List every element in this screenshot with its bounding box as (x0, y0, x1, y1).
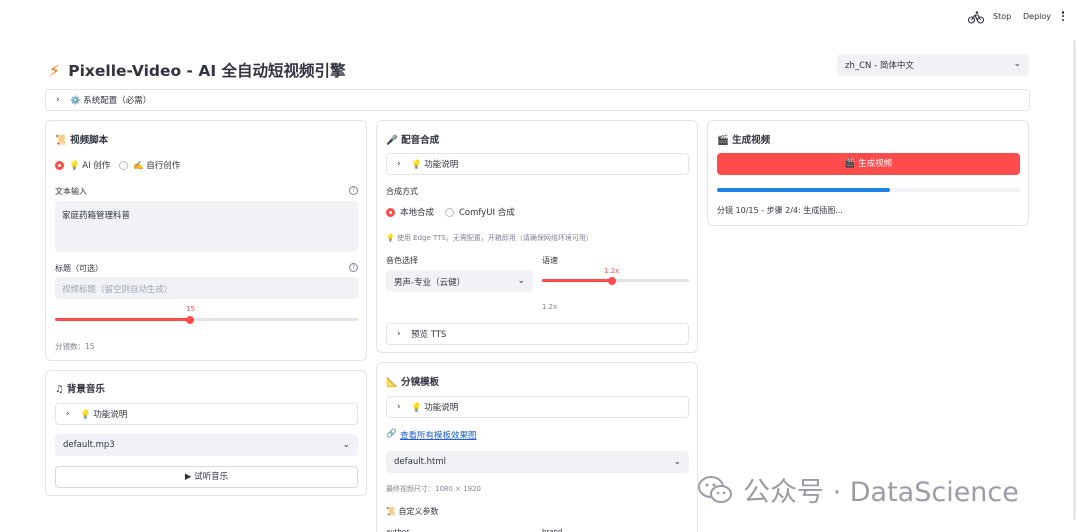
watermark-text: 公众号 · DataScience (743, 477, 1019, 508)
page-scrollbar[interactable] (1072, 40, 1077, 520)
script-icon: 📜 (55, 135, 67, 146)
link-icon: 🔗 (386, 429, 397, 439)
video-script-card: 📜 视频脚本 💡 AI 创作 ✍️ 自行创作 文本输入 ? 家庭药箱管理科普 标… (45, 120, 367, 361)
mode-custom-radio[interactable]: ✍️ 自行创作 (119, 159, 180, 171)
language-value: zh_CN - 简体中文 (845, 61, 914, 71)
scroll-icon: 📜 (386, 507, 396, 516)
method-comfy-radio[interactable]: ComfyUI 合成 (445, 206, 515, 218)
text-input-area[interactable]: 家庭药箱管理科普 (55, 201, 358, 252)
preview-music-button[interactable]: ▶ 试听音乐 (55, 466, 358, 488)
bgm-help-expander[interactable]: › 💡 功能说明 (55, 403, 358, 425)
scene-count-value: 15 (186, 305, 195, 313)
script-card-title: 📜 视频脚本 (55, 135, 109, 146)
view-templates-link[interactable]: 查看所有模板效果图 (400, 429, 477, 441)
chevron-right-icon: › (56, 95, 60, 105)
microphone-icon: 🎤 (386, 135, 398, 146)
chevron-down-icon: ⌄ (517, 276, 525, 286)
chevron-right-icon: › (66, 409, 70, 419)
language-select[interactable]: zh_CN - 简体中文 ⌄ (837, 54, 1029, 76)
generate-status: 分镜 10/15 - 步骤 2/4: 生成插图... (717, 206, 843, 215)
stop-button[interactable]: Stop (993, 12, 1011, 21)
template-select[interactable]: default.html ⌄ (386, 451, 689, 473)
generate-progress-fill (717, 188, 890, 192)
system-config-expander[interactable]: › ⚙️ 系统配置（必需） (45, 89, 1030, 111)
scene-count-fill (55, 318, 190, 321)
chevron-right-icon: › (397, 402, 401, 412)
running-bike-icon (968, 11, 984, 24)
chevron-right-icon: › (397, 329, 401, 339)
title-input[interactable]: 视频标题（留空则自动生成） (55, 277, 358, 299)
voice-card: 🎤 配音合成 › 💡 功能说明 合成方式 本地合成 ComfyUI 合成 💡 使… (376, 120, 698, 353)
help-icon[interactable]: ? (349, 186, 358, 195)
tts-note: 💡 使用 Edge TTS，无需配置，开箱即用（请确保网络环境可用） (386, 234, 593, 242)
top-toolbar: Stop Deploy (0, 0, 1080, 34)
generate-card-title: 🎬 生成视频 (717, 135, 771, 146)
title-label: 标题（可选） (55, 264, 103, 273)
template-card: 📐 分镜模板 › 💡 功能说明 🔗 查看所有模板效果图 default.html… (376, 362, 698, 532)
chevron-down-icon: ⌄ (342, 440, 350, 450)
music-note-icon: ♫ (55, 384, 64, 395)
deploy-button[interactable]: Deploy (1023, 12, 1051, 21)
speed-caption: 1.2x (542, 303, 558, 311)
template-card-title: 📐 分镜模板 (386, 377, 440, 388)
lightning-icon: ⚡ (49, 60, 61, 80)
text-input-label: 文本输入 (55, 187, 87, 196)
watermark: 公众号 · DataScience (697, 470, 1019, 509)
help-icon[interactable]: ? (349, 263, 358, 272)
speed-fill (542, 279, 612, 282)
chevron-down-icon: ⌄ (1013, 59, 1021, 69)
scene-count-text: 分镜数：15 (55, 342, 95, 351)
bgm-card-title: ♫ 背景音乐 (55, 384, 105, 395)
chevron-right-icon: › (397, 159, 401, 169)
ruler-icon: 📐 (386, 377, 398, 388)
method-label: 合成方式 (386, 187, 418, 196)
system-config-label: ⚙️ 系统配置（必需） (70, 96, 152, 106)
voice-card-title: 🎤 配音合成 (386, 135, 440, 146)
generate-card: 🎬 生成视频 🎬 生成视频 分镜 10/15 - 步骤 2/4: 生成插图... (707, 120, 1029, 226)
voice-label: 音色选择 (386, 256, 418, 265)
chevron-down-icon: ⌄ (673, 457, 681, 467)
main-menu-icon[interactable] (1060, 10, 1066, 24)
mode-ai-radio[interactable]: 💡 AI 创作 (55, 159, 110, 171)
clapper-icon: 🎬 (717, 135, 729, 146)
param-author-label: author (386, 528, 410, 532)
template-help-expander[interactable]: › 💡 功能说明 (386, 396, 689, 418)
speed-handle[interactable] (608, 276, 616, 285)
voice-help-expander[interactable]: › 💡 功能说明 (386, 153, 689, 175)
page-title-text: Pixelle-Video - AI 全自动短视频引擎 (68, 62, 346, 80)
method-local-radio[interactable]: 本地合成 (386, 206, 434, 218)
speed-label: 语速 (542, 256, 558, 265)
bgm-card: ♫ 背景音乐 › 💡 功能说明 default.mp3 ⌄ ▶ 试听音乐 (45, 370, 367, 496)
page-title: ⚡ Pixelle-Video - AI 全自动短视频引擎 (49, 59, 346, 81)
wechat-icon (698, 475, 732, 503)
voice-select[interactable]: 男声-专业（云健） ⌄ (386, 270, 533, 292)
custom-params-label: 📜 自定义参数 (386, 507, 439, 516)
video-size-note: 最终视频尺寸：1080 × 1920 (386, 485, 481, 493)
bgm-select[interactable]: default.mp3 ⌄ (55, 434, 358, 456)
preview-tts-expander[interactable]: › 预览 TTS (386, 323, 689, 345)
param-brand-label: brand (542, 528, 563, 532)
generate-video-button[interactable]: 🎬 生成视频 (717, 153, 1020, 175)
speed-value: 1.2x (604, 267, 620, 275)
scene-count-handle[interactable] (186, 315, 194, 324)
